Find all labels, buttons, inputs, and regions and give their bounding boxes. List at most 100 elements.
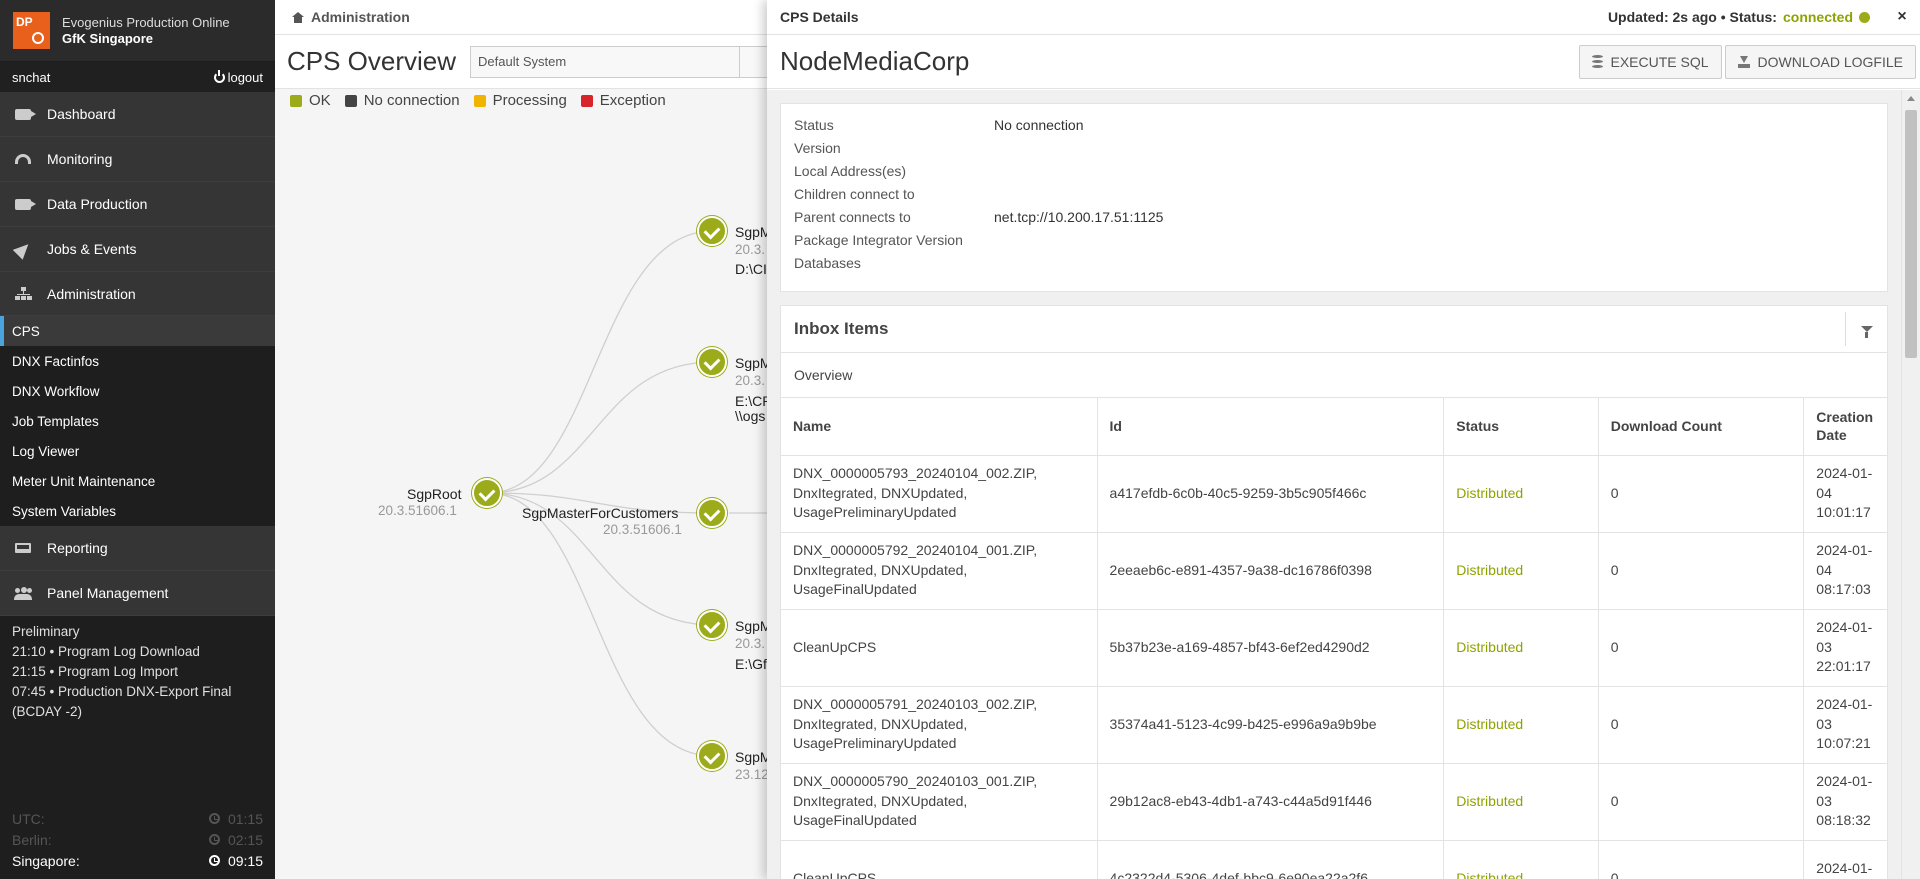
info-key: Local Address(es) <box>794 163 907 179</box>
filter-button[interactable] <box>1845 312 1887 346</box>
details-title-bar: NodeMediaCorp EXECUTE SQL DOWNLOAD LOGFI… <box>767 35 1920 89</box>
nav-sub-job-templates[interactable]: Job Templates <box>0 406 275 436</box>
details-scrollbar[interactable] <box>1901 90 1920 879</box>
clock-icon <box>208 834 220 845</box>
column-header-creation-date[interactable]: Creation Date <box>1803 398 1887 456</box>
schedule-item: 07:45 • Production DNX-Export Final <box>12 684 232 699</box>
tree-node-child[interactable] <box>697 347 727 377</box>
table-row[interactable]: DNX_0000005790_20240103_001.ZIP, DnxIteg… <box>781 763 1887 841</box>
column-header-status[interactable]: Status <box>1443 398 1599 456</box>
column-header-download-count[interactable]: Download Count <box>1598 398 1805 456</box>
power-icon <box>213 69 225 83</box>
cell-id: 29b12ac8-eb43-4db1-a743-c44a5d91f446 <box>1097 763 1445 841</box>
nav-item-administration[interactable]: Administration <box>0 272 275 316</box>
cell-status: Distributed <box>1443 532 1599 610</box>
logo-text: DP <box>16 15 33 29</box>
details-header: CPS Details Updated: 2s ago • Status: co… <box>767 0 1920 35</box>
info-row-status: Status No connection <box>794 117 1874 140</box>
close-icon[interactable]: × <box>1884 0 1920 34</box>
schedule-item: 21:10 • Program Log Download <box>12 644 200 659</box>
tree-node-master[interactable] <box>697 498 727 528</box>
sitemap-icon <box>13 286 33 302</box>
column-header-name[interactable]: Name <box>781 398 1098 456</box>
clock-zone: Singapore: <box>12 852 80 869</box>
inbox-items-panel: Inbox Items Overview Name Id Status Down… <box>780 305 1888 879</box>
brand-header[interactable]: DP Evogenius Production Online GfK Singa… <box>0 0 275 62</box>
nav-item-data-production[interactable]: Data Production <box>0 182 275 227</box>
status-dot-icon <box>1859 11 1870 23</box>
info-row-databases: Databases <box>794 255 1874 278</box>
nav-sub-label: Log Viewer <box>12 443 80 459</box>
nav-item-jobs-events[interactable]: Jobs & Events <box>0 227 275 272</box>
cell-download-count: 0 <box>1598 609 1805 687</box>
logout-link[interactable]: logout <box>213 69 263 85</box>
nav-sub-cps[interactable]: CPS <box>0 316 275 346</box>
info-row-local-address: Local Address(es) <box>794 163 1874 186</box>
table-row[interactable]: CleanUpCPS 5b37b23e-a169-4857-bf43-6ef2ed… <box>781 609 1887 687</box>
tree-node-root[interactable] <box>472 478 502 508</box>
tree-node-child[interactable] <box>697 610 727 640</box>
cell-creation-date: 2024-01-04 08:17:03 <box>1803 532 1887 610</box>
clock-icon <box>208 855 220 866</box>
inbox-header: Inbox Items <box>781 306 1887 353</box>
info-value: net.tcp://10.200.17.51:1125 <box>994 209 1164 225</box>
table-row[interactable]: DNX_0000005792_20240104_001.ZIP, DnxIteg… <box>781 532 1887 610</box>
clock-time: 01:15 <box>227 810 263 827</box>
cell-download-count: 0 <box>1598 532 1805 610</box>
download-icon <box>1737 55 1750 68</box>
info-key: Parent connects to <box>794 209 911 225</box>
tree-node-label: SgpMasterForCustomers <box>522 505 679 521</box>
nav-label: Panel Management <box>47 585 169 601</box>
cell-name: CleanUpCPS <box>781 609 1098 687</box>
nav-sub-dnx-workflow[interactable]: DNX Workflow <box>0 376 275 406</box>
column-header-id[interactable]: Id <box>1097 398 1445 456</box>
clock-zone: Berlin: <box>12 831 52 848</box>
cell-status: Distributed <box>1443 455 1599 533</box>
table-row[interactable]: DNX_0000005791_20240103_002.ZIP, DnxIteg… <box>781 686 1887 764</box>
cell-download-count: 0 <box>1598 455 1805 533</box>
clock-berlin: Berlin: 02:15 <box>12 829 263 850</box>
cell-creation-date: 2024-01-03 10:07:21 <box>1803 686 1887 764</box>
info-key: Status <box>794 117 834 133</box>
nav-item-reporting[interactable]: Reporting <box>0 526 275 571</box>
cell-creation-date: 2024-01-02 <box>1803 840 1887 879</box>
clock-time: 02:15 <box>227 831 263 848</box>
cell-download-count: 0 <box>1598 763 1805 841</box>
nav-sub-system-variables[interactable]: System Variables <box>0 496 275 526</box>
scroll-up-icon[interactable] <box>1907 96 1915 101</box>
download-logfile-button[interactable]: DOWNLOAD LOGFILE <box>1724 44 1916 79</box>
node-name: NodeMediaCorp <box>780 46 970 76</box>
logout-label: logout <box>227 69 263 85</box>
scrollbar-thumb[interactable] <box>1905 110 1917 358</box>
nav-sub-dnx-factinfos[interactable]: DNX Factinfos <box>0 346 275 376</box>
nav-item-monitoring[interactable]: Monitoring <box>0 137 275 182</box>
tree-node-child[interactable] <box>697 741 727 771</box>
info-key: Package Integrator Version <box>794 232 963 248</box>
inbox-overview-label: Overview <box>781 353 1887 398</box>
nav-sub-label: System Variables <box>12 503 117 519</box>
nav-sub-meter-unit-maintenance[interactable]: Meter Unit Maintenance <box>0 466 275 496</box>
table-header-row: Name Id Status Download Count Creation D… <box>781 398 1887 456</box>
nav-sub-log-viewer[interactable]: Log Viewer <box>0 436 275 466</box>
nav-item-panel-management[interactable]: Panel Management <box>0 571 275 616</box>
nav-label: Administration <box>47 285 136 302</box>
info-key: Version <box>794 140 841 156</box>
tree-node-path: \\ogs <box>735 408 766 424</box>
world-clocks: UTC: 01:15 Berlin: 02:15 Singapore: 09:1… <box>0 808 275 879</box>
cell-id: a417efdb-6c0b-40c5-9259-3b5c905f466c <box>1097 455 1445 533</box>
nav-label: Reporting <box>47 540 108 556</box>
info-row-children-connect: Children connect to <box>794 186 1874 209</box>
user-bar: snchat logout <box>0 62 275 92</box>
schedule-item: (BCDAY -2) <box>12 704 83 719</box>
cell-id: 35374a41-5123-4c99-b425-e996a9a9b9be <box>1097 686 1445 764</box>
table-row[interactable]: CleanUpCPS 4c2322d4-5306-4def-bbc9-6e90ea… <box>781 840 1887 879</box>
filter-icon <box>1860 326 1873 338</box>
clock-zone: UTC: <box>12 810 45 827</box>
cell-name: DNX_0000005790_20240103_001.ZIP, DnxIteg… <box>781 763 1098 841</box>
execute-sql-button[interactable]: EXECUTE SQL <box>1578 44 1722 79</box>
table-row[interactable]: DNX_0000005793_20240104_002.ZIP, DnxIteg… <box>781 455 1887 533</box>
tree-node-version: 20.3. <box>735 373 766 388</box>
node-info-box: Status No connection Version Local Addres… <box>780 103 1888 292</box>
tree-node-child[interactable] <box>697 216 727 246</box>
nav-item-dashboard[interactable]: Dashboard <box>0 92 275 137</box>
